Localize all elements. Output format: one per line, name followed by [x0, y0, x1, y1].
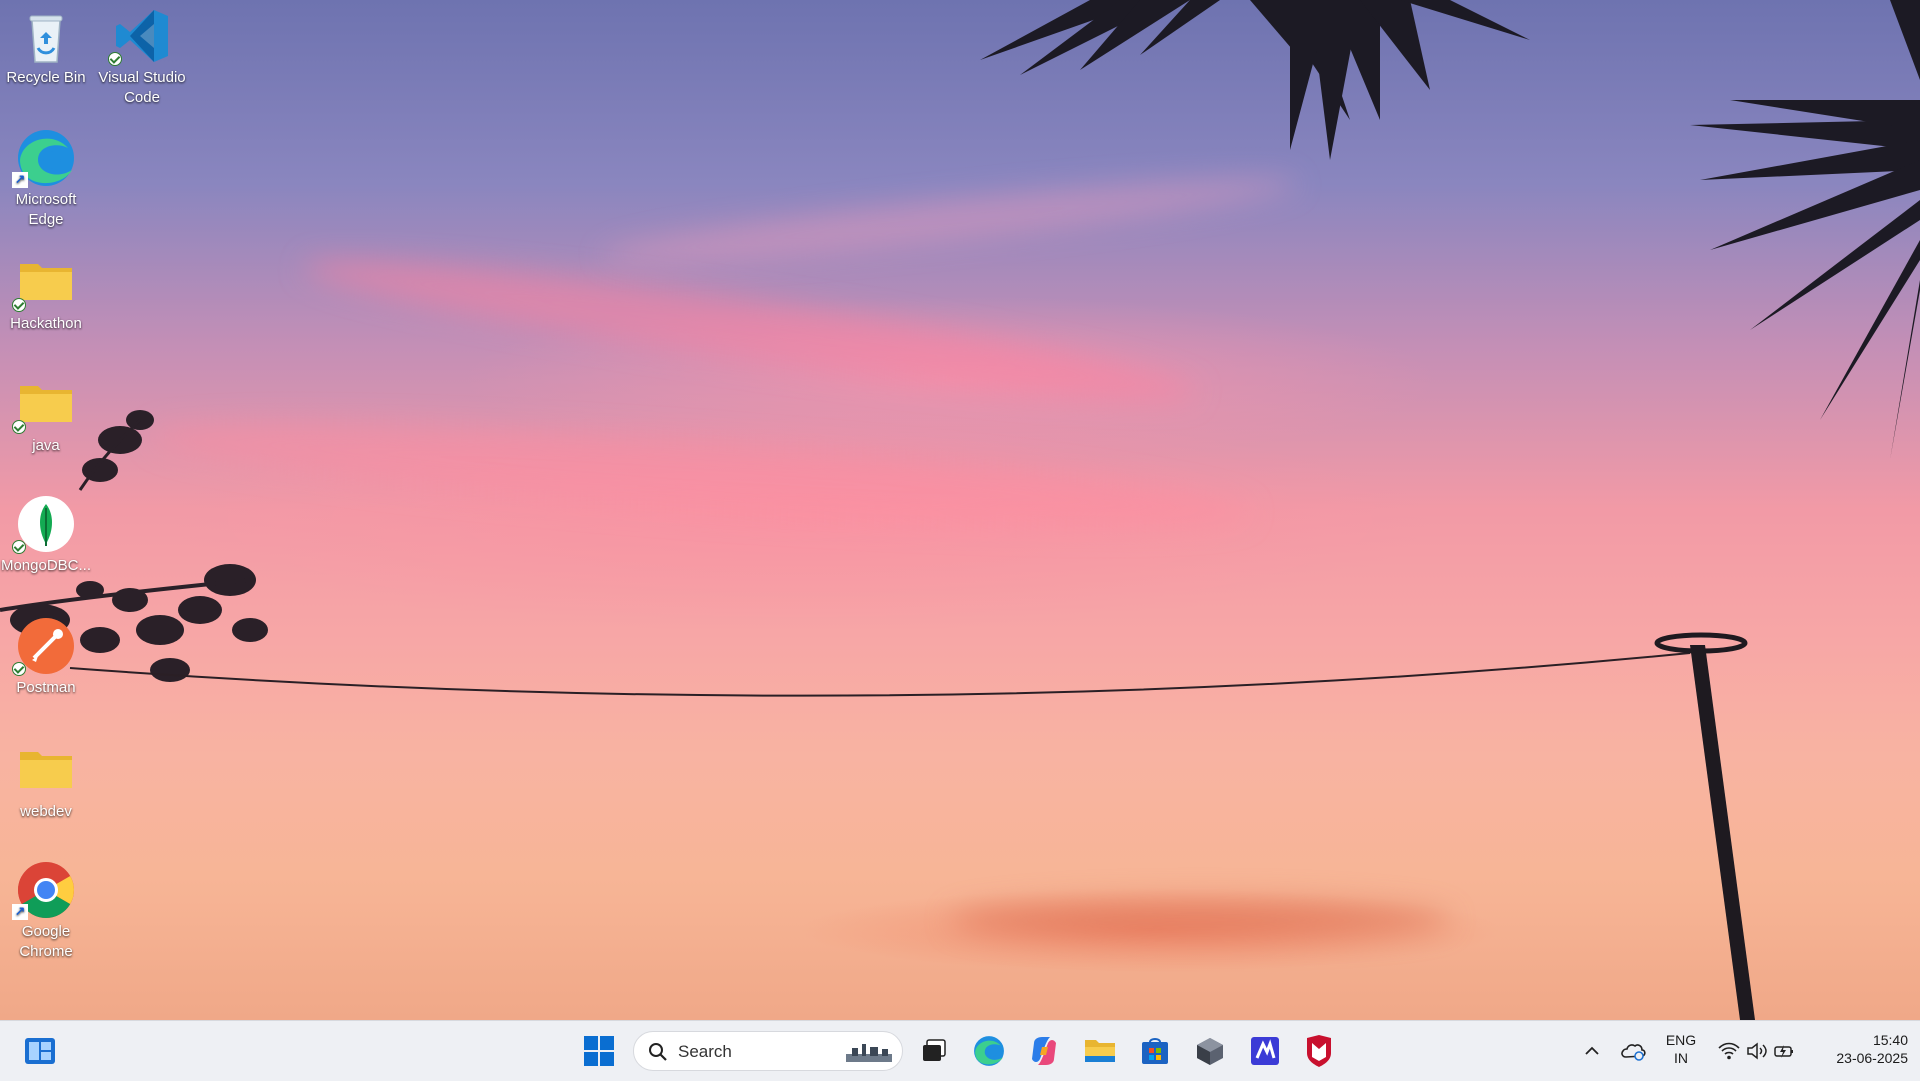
folder-icon	[16, 740, 76, 800]
region-label: IN	[1674, 1050, 1688, 1066]
desktop-icon-edge[interactable]: ↗ Microsoft Edge	[0, 128, 92, 230]
clock-time: 15:40	[1872, 1032, 1908, 1048]
task-view-button[interactable]	[914, 1031, 954, 1071]
desktop-icon-recycle-bin[interactable]: Recycle Bin	[0, 6, 92, 88]
widgets-icon	[25, 1038, 55, 1064]
sync-status-icon	[12, 420, 26, 434]
taskbar-copilot-button[interactable]	[1024, 1031, 1064, 1071]
language-label: ENG	[1665, 1032, 1697, 1048]
power-line	[69, 632, 1755, 1020]
mcafee-icon	[1307, 1035, 1331, 1067]
taskbar-app-button-2[interactable]	[1245, 1031, 1285, 1071]
taskbar-app-button-1[interactable]	[1190, 1031, 1230, 1071]
desktop-icon-label: Google Chrome	[19, 923, 73, 960]
desktop-icon-label: Microsoft Edge	[15, 191, 77, 228]
folder-icon	[12, 374, 76, 434]
search-placeholder: Search	[678, 1042, 732, 1061]
folder-icon	[12, 252, 76, 312]
app-icon	[1197, 1038, 1223, 1065]
shortcut-arrow-icon: ↗	[12, 172, 28, 188]
shortcut-arrow-icon: ↗	[12, 904, 28, 920]
desktop-wallpaper	[0, 0, 1920, 1020]
recycle-bin-icon	[16, 6, 76, 66]
taskbar-store-button[interactable]	[1135, 1031, 1175, 1071]
sync-status-icon	[12, 662, 26, 676]
app-icon	[1251, 1037, 1279, 1065]
start-button[interactable]	[579, 1031, 619, 1071]
desktop-icon-webdev[interactable]: webdev	[0, 740, 92, 822]
taskbar-search[interactable]: Search	[633, 1031, 903, 1071]
desktop-icon-label: Recycle Bin	[6, 69, 86, 86]
desktop-icon-vscode[interactable]: Visual Studio Code	[96, 6, 188, 108]
desktop-icon-mongodb-compass[interactable]: MongoDBC...	[0, 494, 92, 576]
sync-status-icon	[12, 298, 26, 312]
sync-status-icon	[108, 52, 122, 66]
search-highlight-icon	[846, 1044, 892, 1062]
windows-logo-icon	[584, 1036, 614, 1066]
desktop-icon-chrome[interactable]: ↗ Google Chrome	[0, 860, 92, 962]
desktop-icon-label: Postman	[16, 679, 76, 696]
volume-icon	[1747, 1042, 1767, 1060]
onedrive-sync-icon	[1621, 1044, 1646, 1061]
desktop-icon-label: MongoDBC...	[0, 557, 92, 574]
taskbar-file-explorer-button[interactable]	[1080, 1031, 1120, 1071]
edge-icon	[974, 1036, 1004, 1066]
desktop-icon-postman[interactable]: Postman	[0, 616, 92, 698]
file-explorer-icon	[1085, 1040, 1115, 1062]
show-hidden-icons-button[interactable]	[1572, 1031, 1612, 1071]
onedrive-button[interactable]	[1613, 1031, 1653, 1071]
chrome-icon: ↗	[12, 860, 76, 920]
desktop-icon-label: webdev	[20, 803, 72, 820]
taskbar-mcafee-button[interactable]	[1299, 1031, 1339, 1071]
wifi-icon	[1718, 1042, 1740, 1060]
widgets-button[interactable]	[20, 1031, 60, 1071]
postman-icon	[12, 616, 76, 676]
desktop-icon-label: Visual Studio Code	[98, 69, 186, 106]
chevron-up-icon	[1585, 1046, 1599, 1055]
sync-status-icon	[12, 540, 26, 554]
battery-charging-icon	[1774, 1045, 1793, 1058]
clock-date: 23-06-2025	[1836, 1050, 1908, 1066]
quick-settings-button[interactable]	[1712, 1031, 1802, 1071]
taskbar-edge-button[interactable]	[969, 1031, 1009, 1071]
task-view-icon	[923, 1039, 946, 1061]
taskbar: Search ENG IN 15:40 23-06-2025	[0, 1020, 1920, 1081]
microsoft-store-icon	[1142, 1038, 1168, 1064]
search-icon	[649, 1043, 667, 1061]
desktop-icon-label: Hackathon	[10, 315, 82, 332]
mongodb-compass-icon	[12, 494, 76, 554]
desktop-icon-java[interactable]: java	[0, 374, 92, 456]
desktop-icon-label: java	[32, 437, 60, 454]
desktop-icon-hackathon[interactable]: Hackathon	[0, 252, 92, 334]
edge-icon: ↗	[12, 128, 76, 188]
clock[interactable]: 15:40 23-06-2025	[1808, 1031, 1908, 1067]
copilot-icon	[1032, 1037, 1056, 1065]
vscode-icon	[108, 6, 172, 66]
language-indicator[interactable]: ENG IN	[1657, 1031, 1705, 1067]
